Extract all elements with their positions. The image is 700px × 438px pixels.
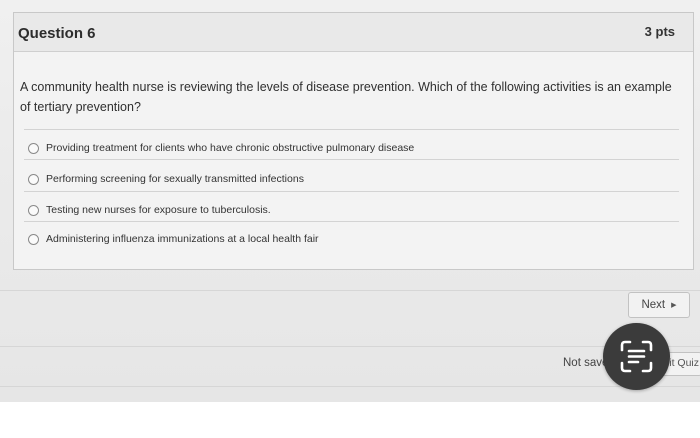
question-header: Question 6 3 pts	[14, 13, 693, 52]
answer-label: Administering influenza immunizations at…	[46, 233, 319, 245]
question-points: 3 pts	[644, 24, 675, 39]
divider	[24, 129, 679, 130]
radio-button[interactable]	[28, 233, 39, 245]
next-button[interactable]: Next ▶	[628, 292, 690, 318]
text-scan-icon	[620, 340, 653, 373]
text-scan-button[interactable]	[603, 323, 670, 390]
quiz-screen: Question 6 3 pts A community health nurs…	[0, 0, 700, 402]
footer-divider	[0, 346, 700, 347]
divider	[24, 191, 679, 192]
question-card: Question 6 3 pts A community health nurs…	[13, 12, 694, 270]
question-title: Question 6	[18, 25, 96, 42]
footer-divider	[0, 386, 700, 387]
section-divider	[0, 290, 700, 291]
answer-option-3[interactable]: Testing new nurses for exposure to tuber…	[28, 200, 271, 220]
question-text: A community health nurse is reviewing th…	[20, 80, 672, 114]
answer-option-2[interactable]: Performing screening for sexually transm…	[28, 169, 304, 189]
radio-button[interactable]	[28, 142, 39, 154]
answer-option-4[interactable]: Administering influenza immunizations at…	[28, 229, 319, 249]
answer-label: Performing screening for sexually transm…	[46, 173, 304, 185]
next-label: Next	[641, 299, 666, 311]
answer-option-1[interactable]: Providing treatment for clients who have…	[28, 138, 414, 158]
divider	[24, 221, 679, 222]
radio-button[interactable]	[28, 204, 39, 216]
radio-button[interactable]	[28, 173, 39, 185]
triangle-right-icon: ▶	[671, 302, 677, 309]
divider	[24, 159, 679, 160]
answer-label: Providing treatment for clients who have…	[46, 142, 415, 154]
answer-label: Testing new nurses for exposure to tuber…	[46, 204, 271, 216]
